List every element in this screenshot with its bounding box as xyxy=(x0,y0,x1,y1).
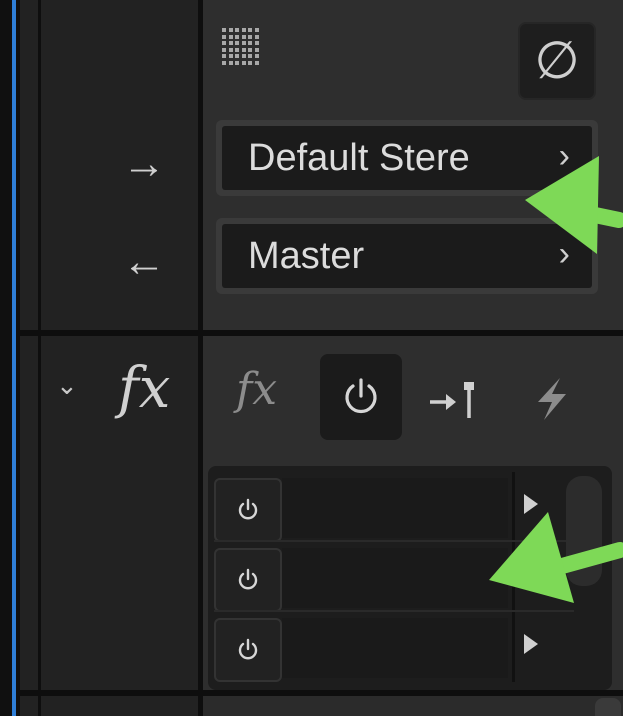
grid-dot xyxy=(222,28,226,32)
play-triangle-icon[interactable] xyxy=(524,634,538,654)
grid-dot xyxy=(241,54,246,58)
power-icon xyxy=(238,638,258,660)
output-arrow-icon: → xyxy=(122,139,166,188)
grid-dot xyxy=(254,28,259,32)
null-button[interactable]: ∅ xyxy=(518,22,596,100)
next-section xyxy=(203,696,623,716)
annotation-arrow-icon xyxy=(484,505,623,611)
grid-dot xyxy=(248,60,252,65)
effect-slot-field[interactable] xyxy=(282,618,508,678)
grid-dot xyxy=(248,41,252,45)
effect-slot[interactable] xyxy=(214,612,612,682)
grid-dot xyxy=(235,60,239,65)
output-routing-label: Default Stere xyxy=(248,136,470,179)
grid-dot xyxy=(254,34,259,39)
null-icon: ∅ xyxy=(534,32,580,90)
grid-dot xyxy=(222,60,226,65)
panel-divider xyxy=(38,0,41,716)
grid-dot xyxy=(235,28,239,32)
grid-dot xyxy=(248,47,252,52)
grid-dot xyxy=(228,60,233,65)
fx-icon: fx xyxy=(118,356,171,421)
grid-dot xyxy=(241,28,246,32)
power-icon xyxy=(238,498,258,520)
grid-dot xyxy=(254,41,259,45)
grid-dot xyxy=(235,54,239,58)
grid-dot xyxy=(228,28,233,32)
power-icon xyxy=(238,568,258,590)
grid-dot xyxy=(222,47,226,52)
slot-power-button[interactable] xyxy=(214,478,282,542)
grid-dot xyxy=(222,34,226,39)
slot-power-button[interactable] xyxy=(214,618,282,682)
track-header-panel xyxy=(20,0,200,716)
grid-dot xyxy=(241,34,246,39)
input-routing-label: Master xyxy=(248,234,365,277)
grid-dot xyxy=(228,54,233,58)
chevron-down-icon[interactable]: ⌄ xyxy=(56,370,78,401)
grid-dot xyxy=(248,54,252,58)
grid-dot xyxy=(241,41,246,45)
annotation-arrow-icon xyxy=(515,150,623,263)
grid-dot xyxy=(254,47,259,52)
grid-dot xyxy=(248,34,252,39)
grid-icon[interactable] xyxy=(222,28,262,66)
sidechain-icon[interactable] xyxy=(426,376,486,425)
grid-dot xyxy=(254,60,259,65)
slot-divider xyxy=(512,612,515,682)
grid-dot xyxy=(235,47,239,52)
effect-slot-field[interactable] xyxy=(282,548,508,608)
grid-dot xyxy=(241,47,246,52)
grid-dot xyxy=(235,34,239,39)
grid-dot xyxy=(222,41,226,45)
effect-slot-field[interactable] xyxy=(282,478,508,538)
grid-dot xyxy=(222,54,226,58)
grid-dot xyxy=(228,47,233,52)
timeline-edge xyxy=(0,0,20,716)
effects-power-button[interactable] xyxy=(320,354,402,440)
knob-control[interactable] xyxy=(595,698,621,716)
grid-dot xyxy=(254,54,259,58)
track-color-bar xyxy=(12,0,16,716)
grid-dot xyxy=(241,60,246,65)
power-icon xyxy=(345,378,377,414)
lightning-icon[interactable] xyxy=(530,376,574,427)
grid-dot xyxy=(228,34,233,39)
grid-dot xyxy=(235,41,239,45)
fx-rack-icon[interactable]: fx xyxy=(236,364,277,415)
slot-power-button[interactable] xyxy=(214,548,282,612)
grid-dot xyxy=(248,28,252,32)
grid-dot xyxy=(228,41,233,45)
input-arrow-icon: ← xyxy=(122,237,166,286)
